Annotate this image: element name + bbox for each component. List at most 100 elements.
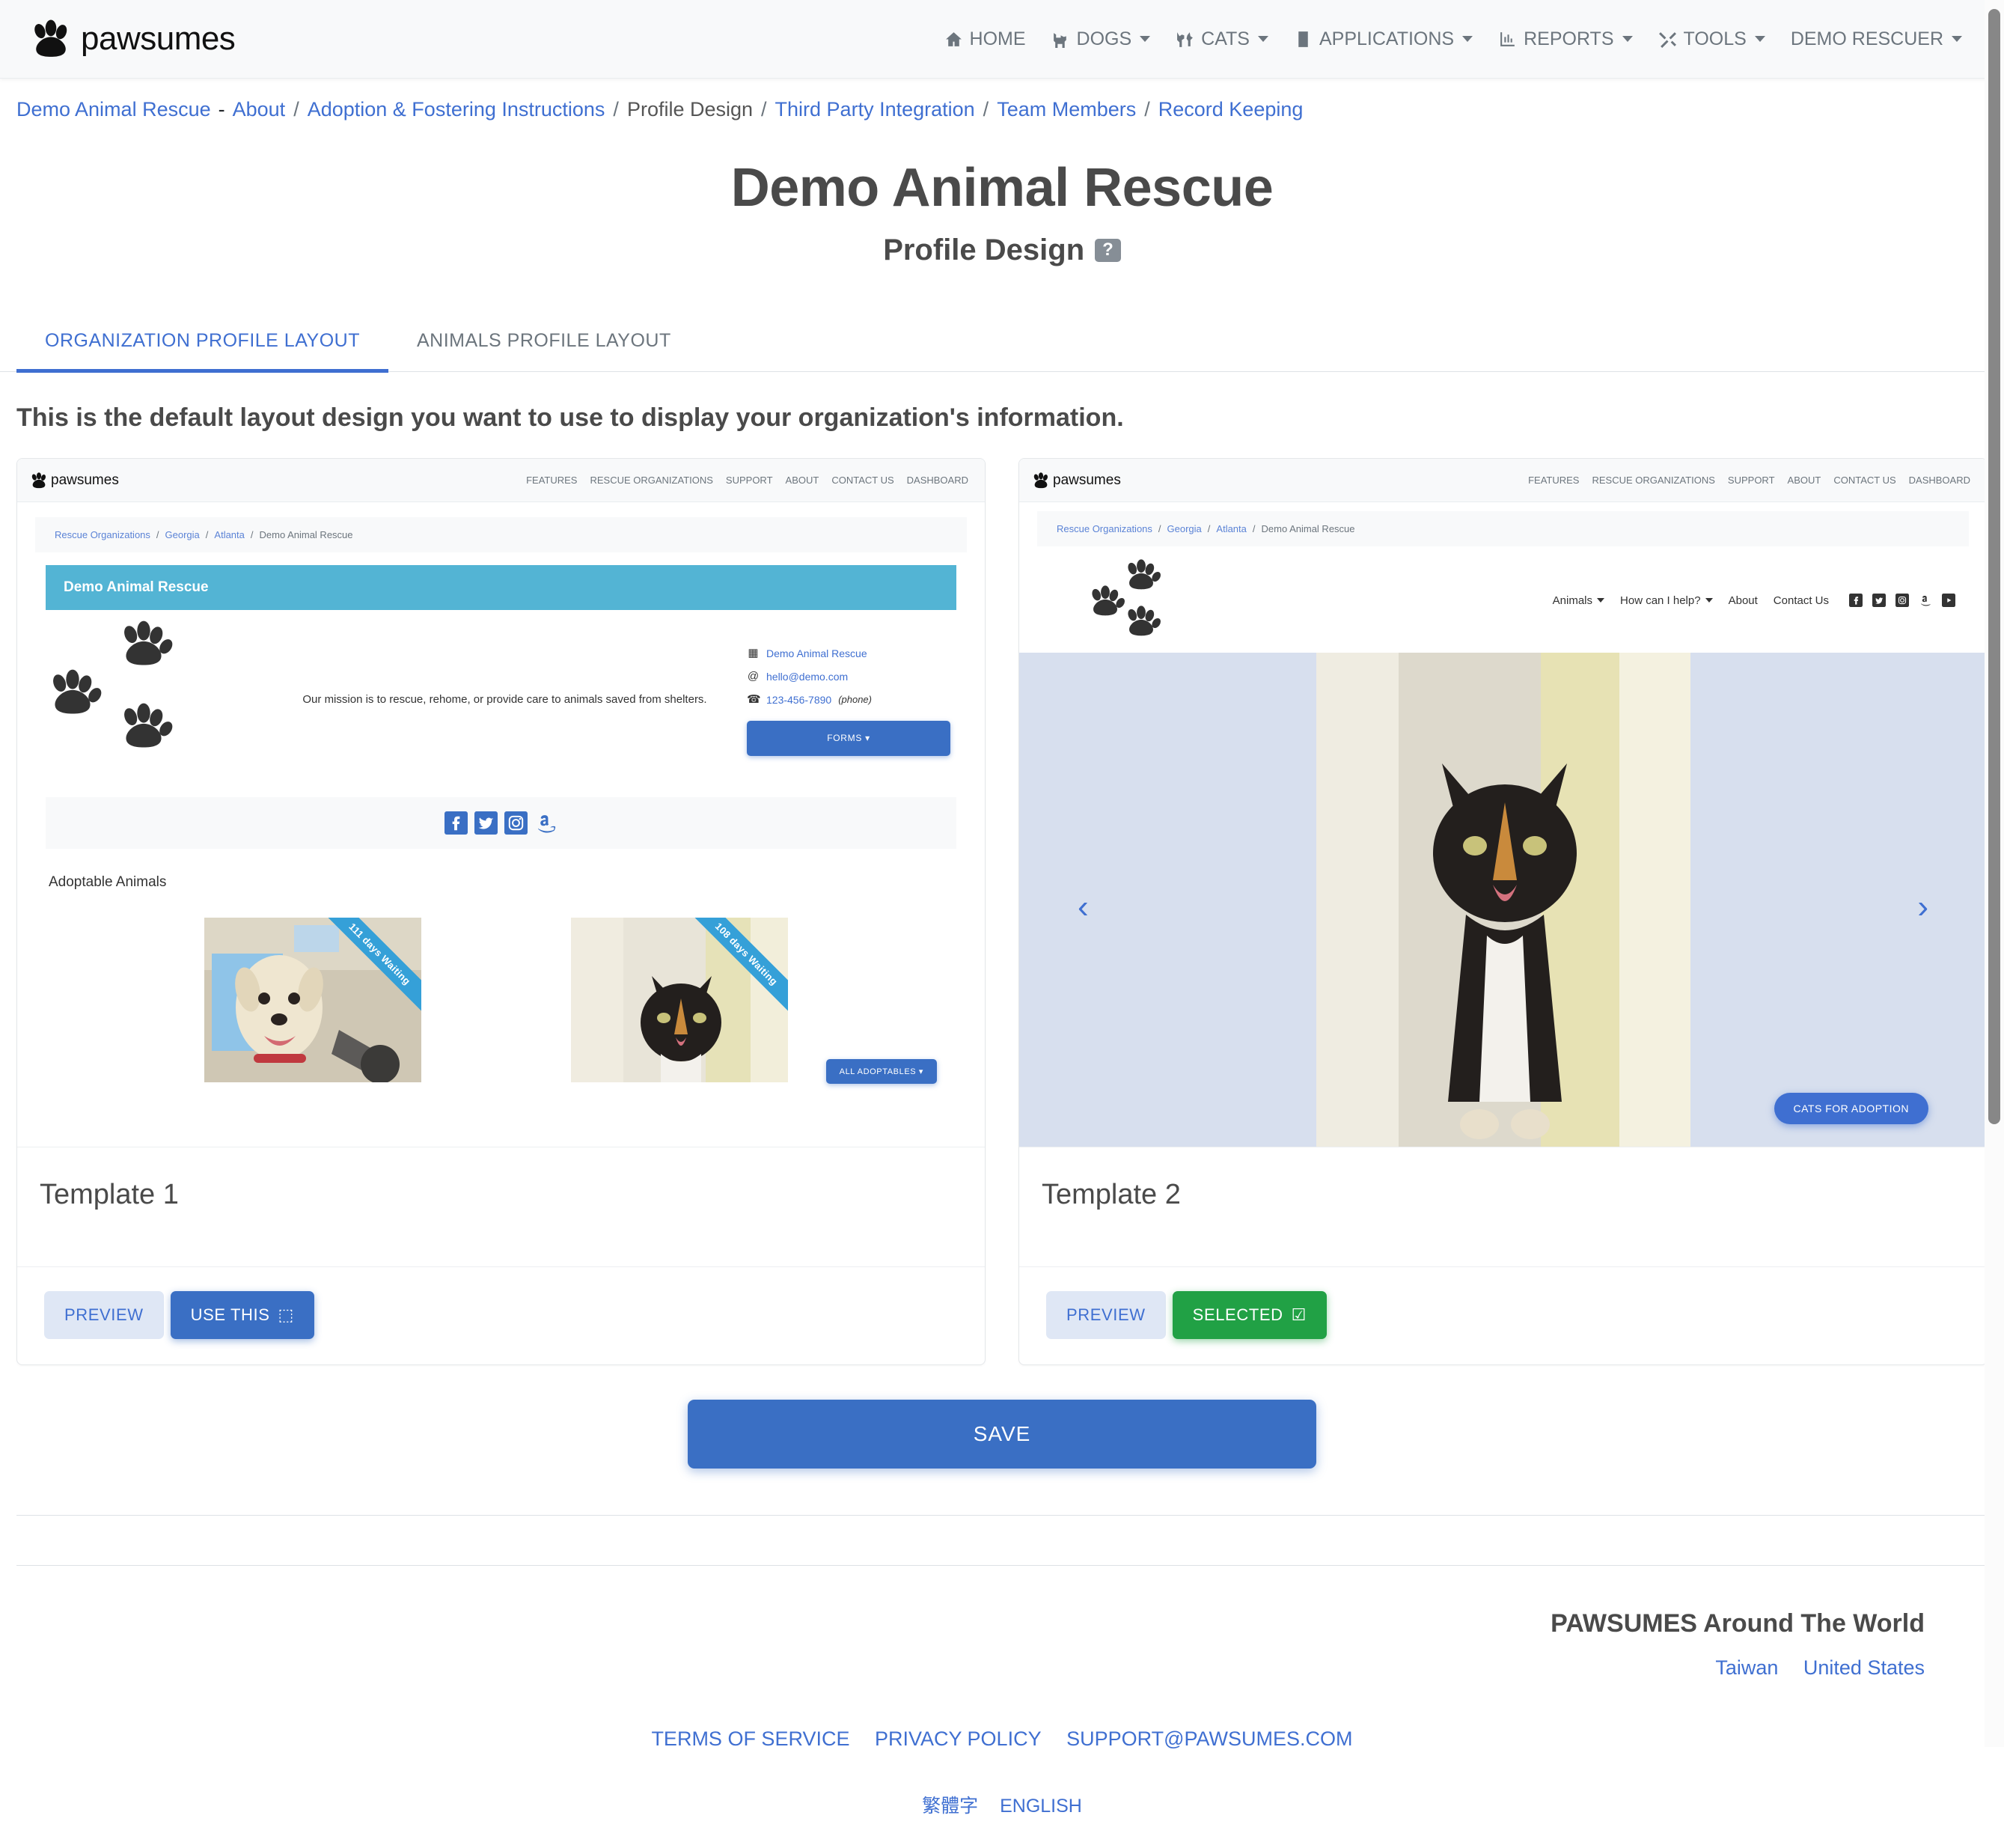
scrollbar-thumb[interactable] bbox=[1988, 9, 2000, 1124]
breadcrumb-item-record-keeping[interactable]: Record Keeping bbox=[1158, 98, 1304, 121]
mini-nav-dashboard: DASHBOARD bbox=[906, 475, 968, 486]
nav-item-reports[interactable]: REPORTS bbox=[1498, 28, 1633, 50]
mini-breadcrumb: Rescue Organizations / Georgia / Atlanta… bbox=[1037, 511, 1969, 546]
selected-label: SELECTED bbox=[1192, 1305, 1283, 1324]
cat-carousel-photo bbox=[1316, 653, 1690, 1147]
use-this-button-template-1[interactable]: USE THIS ⬚ bbox=[170, 1291, 314, 1339]
breadcrumb-dash: - bbox=[218, 98, 225, 121]
phone-icon: ☎ bbox=[747, 692, 761, 706]
tab-animals-profile-layout[interactable]: ANIMALS PROFILE LAYOUT bbox=[388, 314, 700, 371]
footer-lang-traditional-chinese[interactable]: 繁體字 bbox=[922, 1796, 978, 1817]
mini-crumb-current: Demo Animal Rescue bbox=[259, 529, 353, 540]
t1-all-adoptables-button: ALL ADOPTABLES ▾ bbox=[825, 1059, 937, 1084]
t2-menu-how-can-i-help: How can I help? bbox=[1620, 594, 1713, 607]
preview-button-template-2[interactable]: PREVIEW bbox=[1046, 1291, 1166, 1339]
mini-crumb-rescue-organizations: Rescue Organizations bbox=[55, 529, 150, 540]
mini-navbar: pawsumes FEATURES RESCUE ORGANIZATIONS S… bbox=[17, 459, 985, 502]
t1-contact-org-name: Demo Animal Rescue bbox=[766, 647, 867, 660]
breadcrumb-item-team-members[interactable]: Team Members bbox=[997, 98, 1136, 121]
breadcrumb-separator: / bbox=[613, 98, 619, 121]
mini-crumb-current: Demo Animal Rescue bbox=[1261, 523, 1355, 534]
help-icon[interactable]: ? bbox=[1095, 238, 1121, 263]
layout-tabs: ORGANIZATION PROFILE LAYOUT ANIMALS PROF… bbox=[0, 314, 2004, 373]
t2-menu-animals: Animals bbox=[1552, 594, 1605, 607]
save-button[interactable]: SAVE bbox=[688, 1400, 1316, 1469]
nav-item-demo-rescuer[interactable]: DEMO RESCUER bbox=[1791, 28, 1962, 50]
paw-logo-icon bbox=[1033, 472, 1048, 488]
paw-prints-icon bbox=[1092, 559, 1161, 636]
mini-crumb-sep: / bbox=[156, 529, 159, 540]
template-1-name: Template 1 bbox=[17, 1147, 985, 1267]
t2-menu-help-label: How can I help? bbox=[1620, 594, 1701, 607]
breadcrumb-separator: / bbox=[983, 98, 989, 121]
brand-logo[interactable]: pawsumes bbox=[31, 19, 236, 58]
template-2-preview-image[interactable]: pawsumes FEATURES RESCUE ORGANIZATIONS S… bbox=[1019, 459, 1987, 1147]
mini-nav-about: ABOUT bbox=[1787, 475, 1821, 486]
t1-paw-illustration bbox=[46, 620, 263, 778]
footer-lang-english[interactable]: ENGLISH bbox=[1000, 1796, 1082, 1817]
dog-icon bbox=[1053, 32, 1066, 48]
tools-icon bbox=[1658, 31, 1676, 48]
page-scrollbar[interactable] bbox=[1985, 0, 2004, 1747]
t1-contact-phone: ☎ 123-456-7890 (phone) bbox=[747, 689, 956, 712]
footer-countries: Taiwan United States bbox=[16, 1638, 1988, 1680]
breadcrumb-item-third-party[interactable]: Third Party Integration bbox=[775, 98, 975, 121]
mini-nav-dashboard: DASHBOARD bbox=[1908, 475, 1970, 486]
template-2-name: Template 2 bbox=[1019, 1147, 1987, 1267]
nav-label: APPLICATIONS bbox=[1319, 28, 1455, 49]
amazon-icon bbox=[537, 815, 556, 833]
breadcrumb-item-adoption[interactable]: Adoption & Fostering Instructions bbox=[308, 98, 605, 121]
t1-animal-list: 111 days Waiting 108 days Waiting bbox=[204, 918, 985, 1082]
chevron-down-icon bbox=[1754, 36, 1765, 42]
save-button-container: SAVE bbox=[0, 1365, 2004, 1515]
tab-organization-profile-layout[interactable]: ORGANIZATION PROFILE LAYOUT bbox=[16, 314, 388, 373]
t2-menu: Animals How can I help? About Contact Us bbox=[1553, 594, 1955, 607]
template-grid: pawsumes FEATURES RESCUE ORGANIZATIONS S… bbox=[0, 458, 2004, 1365]
t1-forms-button: FORMS ▾ bbox=[747, 721, 950, 756]
breadcrumb-separator: / bbox=[761, 98, 767, 121]
intro-text: This is the default layout design you wa… bbox=[16, 403, 1124, 432]
amazon-icon bbox=[1920, 595, 1931, 606]
t1-body: Our mission is to rescue, rehome, or pro… bbox=[46, 620, 956, 778]
footer-country-united-states[interactable]: United States bbox=[1803, 1656, 1925, 1679]
nav-item-cats[interactable]: CATS bbox=[1176, 28, 1268, 50]
mini-nav-links: FEATURES RESCUE ORGANIZATIONS SUPPORT AB… bbox=[1528, 475, 1970, 486]
home-icon bbox=[945, 31, 962, 46]
breadcrumb-item-profile-design: Profile Design bbox=[626, 98, 754, 121]
chevron-down-icon bbox=[1597, 598, 1605, 603]
nav-item-tools[interactable]: TOOLS bbox=[1658, 28, 1765, 50]
main-nav: HOME DOGS CATS APPLICATIONS REPORTS TOOL… bbox=[944, 28, 1982, 50]
chevron-down-icon bbox=[1705, 598, 1713, 603]
t1-animal-card-cat: 108 days Waiting bbox=[571, 918, 788, 1082]
t2-menu-about: About bbox=[1728, 594, 1758, 607]
preview-label: PREVIEW bbox=[1066, 1305, 1146, 1324]
preview-label: PREVIEW bbox=[64, 1305, 144, 1324]
chevron-down-icon bbox=[1622, 36, 1633, 42]
chevron-down-icon bbox=[1462, 36, 1473, 42]
breadcrumb-item-about[interactable]: About bbox=[233, 98, 286, 121]
checked-checkbox-icon: ☑ bbox=[1291, 1305, 1307, 1324]
nav-item-home[interactable]: HOME bbox=[944, 28, 1026, 50]
breadcrumb-org[interactable]: Demo Animal Rescue bbox=[16, 98, 211, 121]
template-2-actions: PREVIEW SELECTED ☑ bbox=[1019, 1267, 1987, 1364]
paw-prints-icon bbox=[53, 620, 173, 748]
mini-nav-rescue-organizations: RESCUE ORGANIZATIONS bbox=[590, 475, 713, 486]
mini-crumb-sep: / bbox=[205, 529, 209, 540]
t1-contact-email: @ hello@demo.com bbox=[747, 665, 956, 689]
mini-nav-features: FEATURES bbox=[1528, 475, 1580, 486]
footer-country-taiwan[interactable]: Taiwan bbox=[1715, 1656, 1778, 1679]
preview-button-template-1[interactable]: PREVIEW bbox=[44, 1291, 164, 1339]
mini-crumb-georgia: Georgia bbox=[165, 529, 200, 540]
t2-menu-animals-label: Animals bbox=[1552, 594, 1593, 607]
selected-button-template-2[interactable]: SELECTED ☑ bbox=[1172, 1291, 1327, 1339]
mini-brand-name: pawsumes bbox=[51, 472, 119, 488]
building-icon: ▦ bbox=[748, 647, 759, 660]
nav-label: CATS bbox=[1201, 28, 1250, 49]
nav-item-applications[interactable]: APPLICATIONS bbox=[1294, 28, 1473, 50]
facebook-icon bbox=[1849, 594, 1863, 607]
t2-paw-illustration bbox=[1090, 559, 1202, 641]
template-1-preview-image[interactable]: pawsumes FEATURES RESCUE ORGANIZATIONS S… bbox=[17, 459, 985, 1147]
t1-section-title: Adoptable Animals bbox=[49, 874, 167, 890]
nav-item-dogs[interactable]: DOGS bbox=[1051, 28, 1151, 50]
t1-social-bar bbox=[46, 797, 956, 849]
